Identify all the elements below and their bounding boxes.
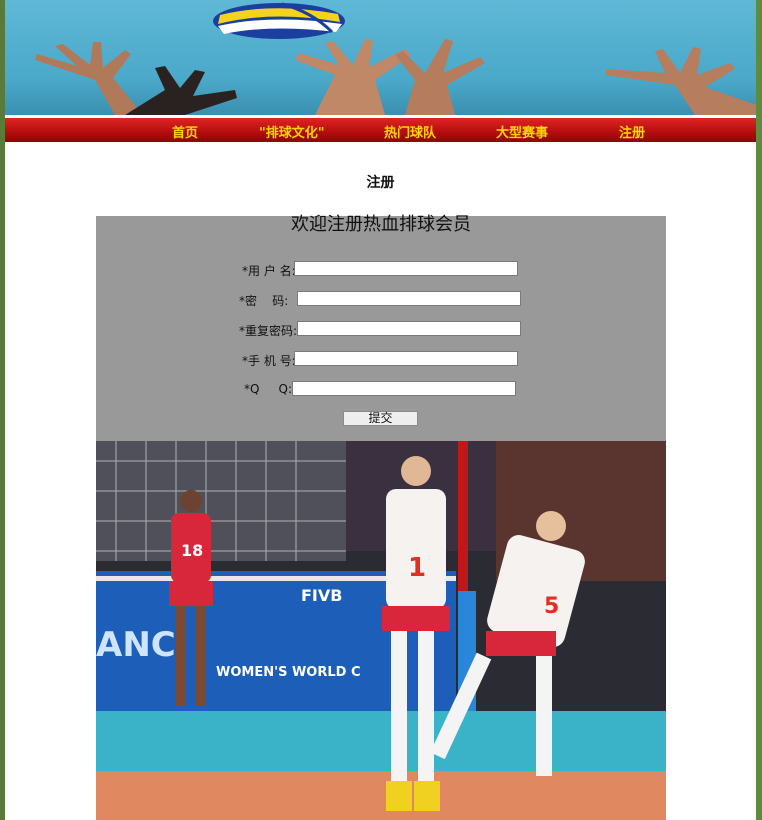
hand-dark [125,60,245,115]
header-banner [5,0,756,115]
jersey-number-center: 1 [408,553,426,583]
board-big-text: ANC [96,625,176,665]
username-row: *用 户 名: [96,261,666,279]
password-input[interactable] [297,291,521,306]
page: 首页 "排球文化" 热门球队 大型赛事 注册 注册 欢迎注册热血排球会员 *用 … [5,0,756,820]
jersey-number-left: 18 [181,541,203,560]
qq-label: *Q Q: [244,382,293,396]
phone-label: *手 机 号: [242,354,296,368]
confirm-password-label: *重复密码: [239,324,298,338]
confirm-password-row: *重复密码: [96,321,666,339]
main-nav: 首页 "排球文化" 热门球队 大型赛事 注册 [5,115,756,142]
nav-home[interactable]: 首页 [172,122,198,141]
page-title: 注册 [366,175,395,191]
username-input[interactable] [294,261,518,276]
username-label: *用 户 名: [242,264,296,278]
board-caption-text: WOMEN'S WORLD C [216,665,361,680]
phone-input[interactable] [294,351,518,366]
board-brand-text: FIVB [301,586,342,605]
hand-right [605,45,756,115]
password-row: *密 码: [96,291,666,309]
hand-center [275,35,515,115]
qq-input[interactable] [292,381,516,396]
nav-register[interactable]: 注册 [619,122,645,141]
form-heading: 欢迎注册热血排球会员 [291,214,471,235]
qq-row: *Q Q: [96,381,666,399]
password-label: *密 码: [239,294,289,308]
nav-hot-teams[interactable]: 热门球队 [384,122,436,141]
phone-row: *手 机 号: [96,351,666,369]
confirm-password-input[interactable] [297,321,521,336]
nav-major-events[interactable]: 大型赛事 [496,122,548,141]
submit-button[interactable]: 提交 [343,411,418,426]
register-form: 欢迎注册热血排球会员 *用 户 名: *密 码: *重复密码: *手 机 号: … [96,214,666,441]
nav-volleyball-culture[interactable]: "排球文化" [259,122,325,141]
jersey-number-right: 5 [544,594,559,619]
volleyball-photo: ANC FIVB WOMEN'S WORLD C 18 1 5 [96,441,666,820]
